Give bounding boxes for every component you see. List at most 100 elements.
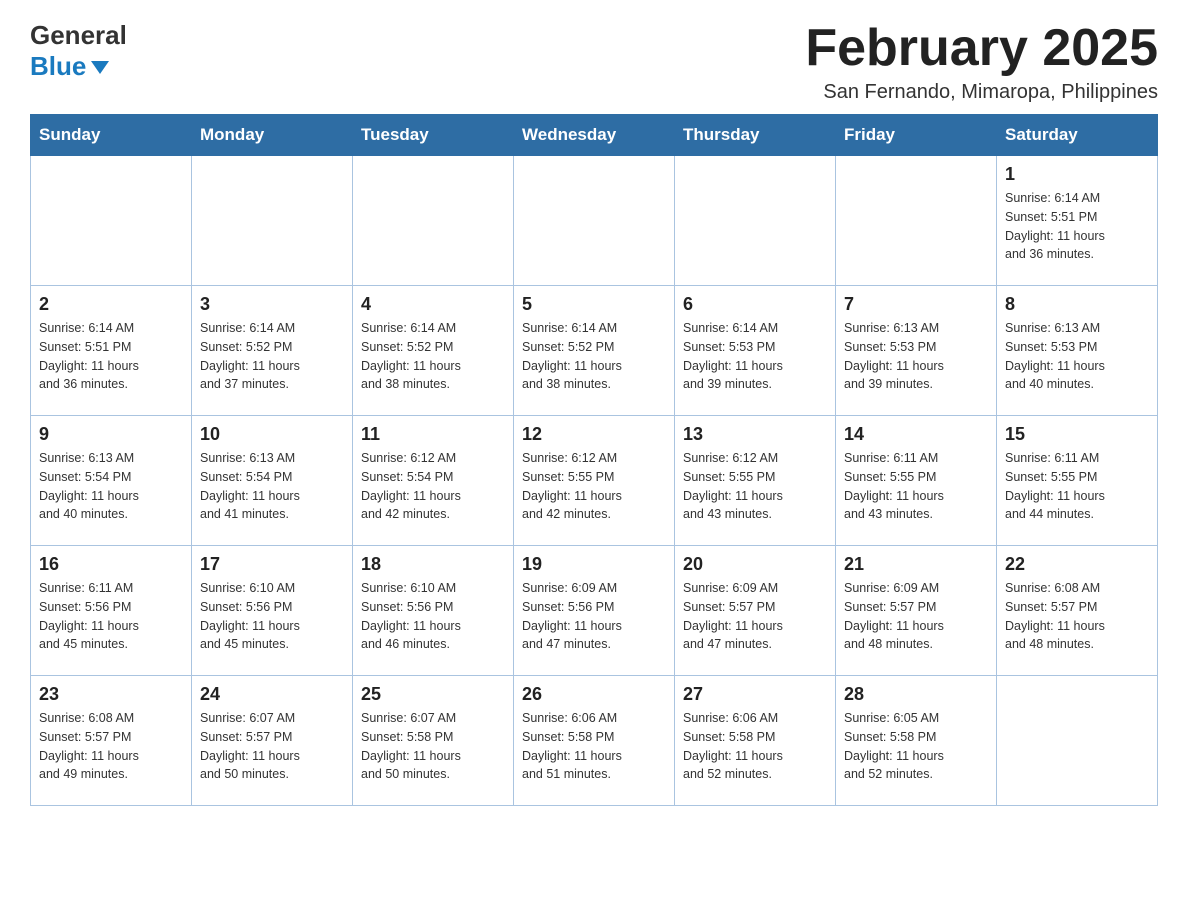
- day-number: 24: [200, 684, 344, 705]
- day-info: Sunrise: 6:13 AM Sunset: 5:53 PM Dayligh…: [844, 319, 988, 394]
- calendar-cell: 6 Sunrise: 6:14 AM Sunset: 5:53 PM Daylig…: [675, 286, 836, 416]
- weekday-header-friday: Friday: [836, 115, 997, 156]
- calendar-cell: 16 Sunrise: 6:11 AM Sunset: 5:56 PM Dayli…: [31, 546, 192, 676]
- day-number: 4: [361, 294, 505, 315]
- calendar-week-row: 16 Sunrise: 6:11 AM Sunset: 5:56 PM Dayli…: [31, 546, 1158, 676]
- calendar-cell: 27 Sunrise: 6:06 AM Sunset: 5:58 PM Dayli…: [675, 676, 836, 806]
- calendar-cell: 7 Sunrise: 6:13 AM Sunset: 5:53 PM Daylig…: [836, 286, 997, 416]
- title-area: February 2025 San Fernando, Mimaropa, Ph…: [805, 20, 1158, 104]
- calendar-cell: 24 Sunrise: 6:07 AM Sunset: 5:57 PM Dayli…: [192, 676, 353, 806]
- day-number: 14: [844, 424, 988, 445]
- calendar-cell: 10Sunrise: 6:13 AM Sunset: 5:54 PM Dayli…: [192, 416, 353, 546]
- day-info: Sunrise: 6:12 AM Sunset: 5:54 PM Dayligh…: [361, 449, 505, 524]
- day-number: 26: [522, 684, 666, 705]
- day-info: Sunrise: 6:14 AM Sunset: 5:52 PM Dayligh…: [361, 319, 505, 394]
- calendar-week-row: 9 Sunrise: 6:13 AM Sunset: 5:54 PM Daylig…: [31, 416, 1158, 546]
- calendar-cell: 2Sunrise: 6:14 AM Sunset: 5:51 PM Daylig…: [31, 286, 192, 416]
- calendar-cell: [997, 676, 1158, 806]
- calendar-cell: 23 Sunrise: 6:08 AM Sunset: 5:57 PM Dayli…: [31, 676, 192, 806]
- calendar-cell: 25 Sunrise: 6:07 AM Sunset: 5:58 PM Dayli…: [353, 676, 514, 806]
- day-number: 10: [200, 424, 344, 445]
- day-info: Sunrise: 6:10 AM Sunset: 5:56 PM Dayligh…: [361, 579, 505, 654]
- day-info: Sunrise: 6:14 AM Sunset: 5:52 PM Dayligh…: [200, 319, 344, 394]
- calendar-cell: [514, 156, 675, 286]
- day-number: 5: [522, 294, 666, 315]
- month-title: February 2025: [805, 20, 1158, 77]
- day-info: Sunrise: 6:09 AM Sunset: 5:56 PM Dayligh…: [522, 579, 666, 654]
- day-info: Sunrise: 6:06 AM Sunset: 5:58 PM Dayligh…: [683, 709, 827, 784]
- calendar-week-row: 1 Sunrise: 6:14 AM Sunset: 5:51 PM Daylig…: [31, 156, 1158, 286]
- day-info: Sunrise: 6:11 AM Sunset: 5:56 PM Dayligh…: [39, 579, 183, 654]
- day-info: Sunrise: 6:09 AM Sunset: 5:57 PM Dayligh…: [683, 579, 827, 654]
- calendar-cell: 12 Sunrise: 6:12 AM Sunset: 5:55 PM Dayli…: [514, 416, 675, 546]
- calendar-cell: 13Sunrise: 6:12 AM Sunset: 5:55 PM Dayli…: [675, 416, 836, 546]
- logo-general-text: General: [30, 20, 127, 51]
- calendar-cell: 22Sunrise: 6:08 AM Sunset: 5:57 PM Dayli…: [997, 546, 1158, 676]
- day-info: Sunrise: 6:13 AM Sunset: 5:54 PM Dayligh…: [39, 449, 183, 524]
- day-number: 7: [844, 294, 988, 315]
- day-info: Sunrise: 6:05 AM Sunset: 5:58 PM Dayligh…: [844, 709, 988, 784]
- day-number: 18: [361, 554, 505, 575]
- day-number: 15: [1005, 424, 1149, 445]
- day-number: 9: [39, 424, 183, 445]
- day-number: 1: [1005, 164, 1149, 185]
- day-number: 6: [683, 294, 827, 315]
- day-number: 17: [200, 554, 344, 575]
- calendar-cell: [353, 156, 514, 286]
- day-number: 22: [1005, 554, 1149, 575]
- calendar-cell: 4 Sunrise: 6:14 AM Sunset: 5:52 PM Daylig…: [353, 286, 514, 416]
- calendar-body: 1 Sunrise: 6:14 AM Sunset: 5:51 PM Daylig…: [31, 156, 1158, 806]
- logo-arrow-icon: [91, 61, 109, 74]
- logo-blue-text: Blue: [30, 51, 86, 82]
- weekday-header-tuesday: Tuesday: [353, 115, 514, 156]
- day-number: 21: [844, 554, 988, 575]
- day-number: 12: [522, 424, 666, 445]
- calendar-cell: 17 Sunrise: 6:10 AM Sunset: 5:56 PM Dayli…: [192, 546, 353, 676]
- calendar-cell: 11 Sunrise: 6:12 AM Sunset: 5:54 PM Dayli…: [353, 416, 514, 546]
- weekday-header-monday: Monday: [192, 115, 353, 156]
- day-info: Sunrise: 6:10 AM Sunset: 5:56 PM Dayligh…: [200, 579, 344, 654]
- day-number: 8: [1005, 294, 1149, 315]
- day-number: 11: [361, 424, 505, 445]
- day-number: 16: [39, 554, 183, 575]
- calendar-cell: 3Sunrise: 6:14 AM Sunset: 5:52 PM Daylig…: [192, 286, 353, 416]
- calendar-cell: [192, 156, 353, 286]
- day-info: Sunrise: 6:09 AM Sunset: 5:57 PM Dayligh…: [844, 579, 988, 654]
- weekday-header-wednesday: Wednesday: [514, 115, 675, 156]
- calendar-cell: 9 Sunrise: 6:13 AM Sunset: 5:54 PM Daylig…: [31, 416, 192, 546]
- calendar-table: SundayMondayTuesdayWednesdayThursdayFrid…: [30, 114, 1158, 806]
- day-info: Sunrise: 6:14 AM Sunset: 5:51 PM Dayligh…: [1005, 189, 1149, 264]
- calendar-cell: 18 Sunrise: 6:10 AM Sunset: 5:56 PM Dayli…: [353, 546, 514, 676]
- weekday-header-sunday: Sunday: [31, 115, 192, 156]
- calendar-cell: 26 Sunrise: 6:06 AM Sunset: 5:58 PM Dayli…: [514, 676, 675, 806]
- day-info: Sunrise: 6:14 AM Sunset: 5:53 PM Dayligh…: [683, 319, 827, 394]
- calendar-cell: 28 Sunrise: 6:05 AM Sunset: 5:58 PM Dayli…: [836, 676, 997, 806]
- logo-blue-row: Blue: [30, 51, 109, 82]
- page-header: General Blue February 2025 San Fernando,…: [30, 20, 1158, 104]
- calendar-cell: 8Sunrise: 6:13 AM Sunset: 5:53 PM Daylig…: [997, 286, 1158, 416]
- day-number: 28: [844, 684, 988, 705]
- calendar-cell: 1 Sunrise: 6:14 AM Sunset: 5:51 PM Daylig…: [997, 156, 1158, 286]
- day-number: 23: [39, 684, 183, 705]
- day-info: Sunrise: 6:08 AM Sunset: 5:57 PM Dayligh…: [39, 709, 183, 784]
- weekday-header-row: SundayMondayTuesdayWednesdayThursdayFrid…: [31, 115, 1158, 156]
- logo-area: General Blue: [30, 20, 127, 82]
- day-number: 25: [361, 684, 505, 705]
- calendar-cell: 20Sunrise: 6:09 AM Sunset: 5:57 PM Dayli…: [675, 546, 836, 676]
- calendar-week-row: 2Sunrise: 6:14 AM Sunset: 5:51 PM Daylig…: [31, 286, 1158, 416]
- day-info: Sunrise: 6:07 AM Sunset: 5:58 PM Dayligh…: [361, 709, 505, 784]
- calendar-cell: [836, 156, 997, 286]
- day-info: Sunrise: 6:11 AM Sunset: 5:55 PM Dayligh…: [1005, 449, 1149, 524]
- day-info: Sunrise: 6:06 AM Sunset: 5:58 PM Dayligh…: [522, 709, 666, 784]
- day-number: 27: [683, 684, 827, 705]
- calendar-cell: [675, 156, 836, 286]
- weekday-header-saturday: Saturday: [997, 115, 1158, 156]
- calendar-cell: 15 Sunrise: 6:11 AM Sunset: 5:55 PM Dayli…: [997, 416, 1158, 546]
- day-number: 19: [522, 554, 666, 575]
- location-title: San Fernando, Mimaropa, Philippines: [805, 81, 1158, 104]
- day-info: Sunrise: 6:07 AM Sunset: 5:57 PM Dayligh…: [200, 709, 344, 784]
- day-info: Sunrise: 6:14 AM Sunset: 5:51 PM Dayligh…: [39, 319, 183, 394]
- day-info: Sunrise: 6:12 AM Sunset: 5:55 PM Dayligh…: [683, 449, 827, 524]
- calendar-cell: 21 Sunrise: 6:09 AM Sunset: 5:57 PM Dayli…: [836, 546, 997, 676]
- day-info: Sunrise: 6:12 AM Sunset: 5:55 PM Dayligh…: [522, 449, 666, 524]
